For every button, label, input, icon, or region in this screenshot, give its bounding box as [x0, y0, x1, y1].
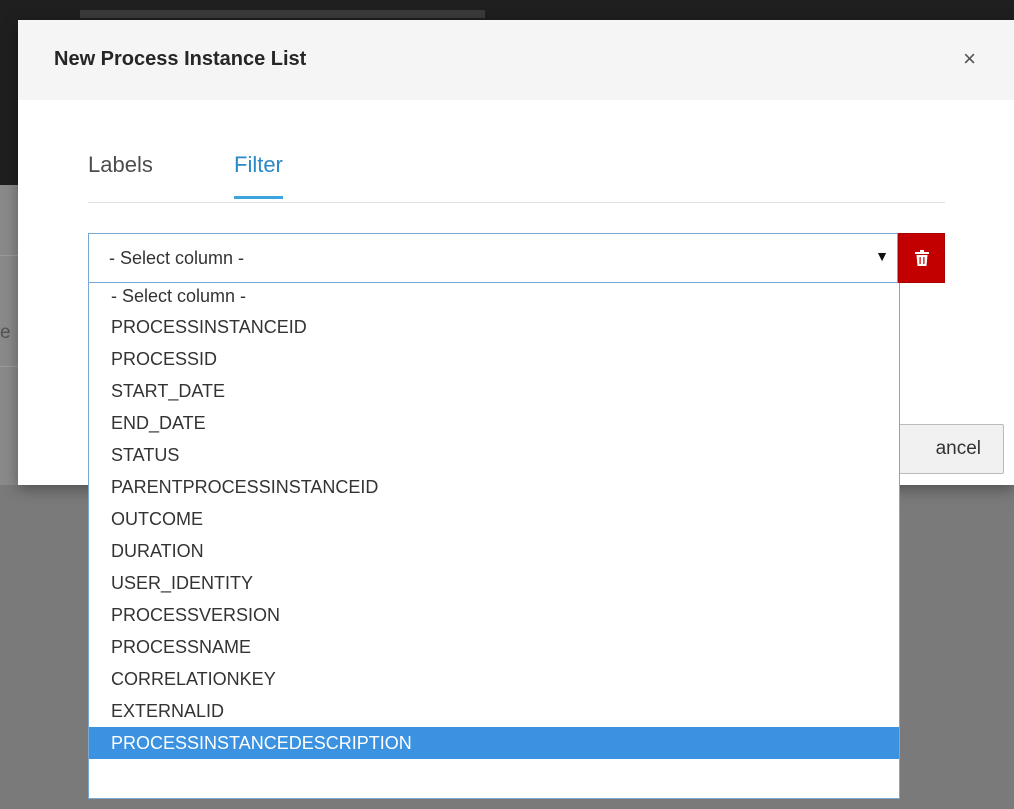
dropdown-option[interactable]: START_DATE [89, 375, 899, 407]
column-select[interactable]: - Select column - ▼ [88, 233, 898, 283]
dropdown-option[interactable]: - Select column - [89, 283, 899, 311]
modal-title: New Process Instance List [54, 48, 307, 70]
dropdown-option[interactable]: CORRELATIONKEY [89, 663, 899, 695]
cancel-button[interactable]: ancel [886, 424, 1004, 474]
tab-labels[interactable]: Labels [88, 152, 153, 196]
dropdown-option[interactable]: PROCESSVERSION [89, 599, 899, 631]
tab-bar: Labels Filter [88, 136, 945, 203]
trash-icon [915, 250, 929, 271]
column-select-value: - Select column - [109, 248, 245, 268]
close-icon[interactable]: × [963, 48, 976, 70]
cancel-button-label: ancel [935, 438, 981, 459]
dropdown-option[interactable]: DURATION [89, 535, 899, 567]
dropdown-option[interactable]: PARENTPROCESSINSTANCEID [89, 471, 899, 503]
modal-header: New Process Instance List × [18, 20, 1014, 100]
background-bar [80, 10, 485, 18]
dropdown-option[interactable]: EXTERNALID [89, 695, 899, 727]
dropdown-option[interactable]: PROCESSNAME [89, 631, 899, 663]
tab-filter[interactable]: Filter [234, 152, 283, 199]
dropdown-option[interactable]: PROCESSID [89, 343, 899, 375]
dropdown-option[interactable]: USER_IDENTITY [89, 567, 899, 599]
background-text-fragment: e [0, 322, 11, 343]
chevron-down-icon: ▼ [875, 248, 889, 264]
dropdown-option[interactable]: PROCESSINSTANCEDESCRIPTION [89, 727, 899, 759]
dropdown-option[interactable]: PROCESSINSTANCEID [89, 311, 899, 343]
column-dropdown-list: - Select column - PROCESSINSTANCEID PROCES… [88, 283, 900, 799]
dropdown-option[interactable]: END_DATE [89, 407, 899, 439]
dropdown-option[interactable]: STATUS [89, 439, 899, 471]
dropdown-option[interactable]: OUTCOME [89, 503, 899, 535]
delete-filter-button[interactable] [898, 233, 945, 283]
